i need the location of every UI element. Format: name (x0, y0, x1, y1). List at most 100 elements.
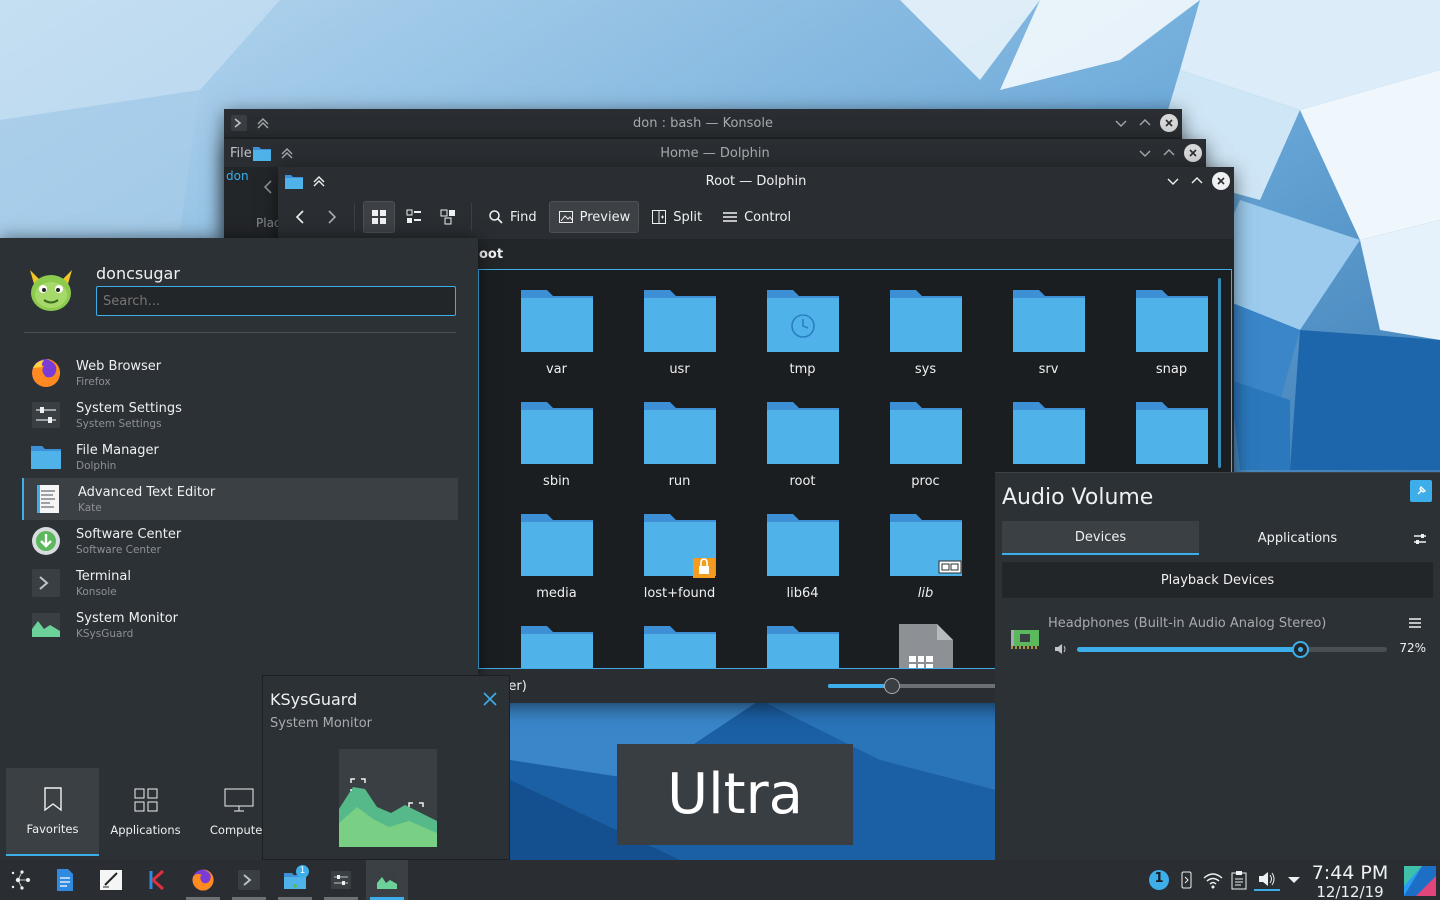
search-input[interactable] (96, 286, 456, 316)
maximize-button[interactable] (1136, 114, 1154, 132)
item-label: snap (1155, 362, 1188, 377)
favorite-system-monitor[interactable]: System Monitor KSysGuard (22, 604, 458, 646)
pin-button[interactable] (1410, 480, 1432, 502)
folder-item[interactable]: var (495, 286, 618, 398)
item-label: sys (914, 362, 937, 377)
compact-view-icon (406, 209, 421, 223)
folder-icon (643, 398, 717, 466)
configure-button[interactable] (1412, 531, 1428, 547)
keep-above-icon[interactable] (312, 174, 326, 188)
forward-button[interactable] (318, 201, 346, 233)
path-hint[interactable]: don (226, 169, 249, 183)
close-button[interactable] (1184, 144, 1202, 162)
favorite-name: System Monitor (76, 610, 179, 626)
folder-item[interactable] (618, 622, 741, 668)
file-item[interactable] (864, 622, 987, 668)
folder-item[interactable]: lib (864, 510, 987, 622)
folder-item[interactable]: usr (618, 286, 741, 398)
favorite-name: Web Browser (76, 358, 162, 374)
favorite-file-manager[interactable]: File Manager Dolphin (22, 436, 458, 478)
folder-icon (643, 622, 717, 668)
compact-view-button[interactable] (399, 201, 429, 233)
tab-applications[interactable]: Applications (1199, 521, 1396, 555)
favorite-system-settings[interactable]: System Settings System Settings (22, 394, 458, 436)
clipboard-icon[interactable] (1230, 870, 1248, 890)
preview-button[interactable]: Preview (548, 201, 640, 233)
keep-above-icon[interactable] (256, 116, 270, 130)
back-button[interactable] (286, 201, 314, 233)
search-icon (489, 210, 503, 224)
kdeconnect-icon[interactable] (1176, 870, 1196, 890)
folder-item[interactable]: proc (864, 398, 987, 510)
mute-button[interactable] (1053, 641, 1069, 657)
folder-item[interactable]: lost+found (618, 510, 741, 622)
minimize-button[interactable] (1112, 114, 1130, 132)
task-text-editor[interactable] (90, 860, 132, 900)
task-firefox[interactable] (182, 860, 224, 900)
digital-clock[interactable]: 7:44 PM 12/12/19 (1300, 862, 1400, 900)
split-button[interactable]: Split (643, 201, 710, 233)
folder-item[interactable] (495, 622, 618, 668)
folder-icon (1012, 398, 1086, 466)
window-thumbnail[interactable] (339, 749, 437, 847)
task-system-monitor[interactable] (366, 860, 408, 900)
task-document-viewer[interactable] (44, 860, 86, 900)
dolphin-home-titlebar[interactable]: File Home — Dolphin (224, 139, 1206, 167)
close-icon[interactable] (483, 692, 497, 706)
keep-above-icon[interactable] (280, 146, 294, 160)
task-kdevelop[interactable] (136, 860, 178, 900)
control-button[interactable]: Control (714, 201, 799, 233)
maximize-button[interactable] (1160, 144, 1178, 162)
favorite-app: KSysGuard (76, 627, 134, 640)
wifi-icon[interactable] (1202, 870, 1224, 890)
folder-item[interactable]: run (618, 398, 741, 510)
desktop-icon (1404, 866, 1436, 896)
minimize-button[interactable] (1164, 172, 1182, 190)
favorite-text-editor[interactable]: Advanced Text Editor Kate (22, 478, 458, 520)
show-desktop-button[interactable] (1404, 866, 1436, 896)
scrollbar[interactable] (1218, 278, 1221, 468)
volume-tray-icon[interactable] (1254, 869, 1280, 891)
folder-icon (284, 172, 304, 190)
back-icon[interactable] (262, 179, 274, 195)
minimize-button[interactable] (1136, 144, 1154, 162)
folder-item[interactable]: snap (1110, 286, 1231, 398)
avatar[interactable] (26, 264, 76, 314)
task-konsole[interactable] (228, 860, 270, 900)
konsole-titlebar[interactable]: don : bash — Konsole (224, 109, 1182, 137)
details-view-button[interactable] (433, 201, 463, 233)
close-button[interactable] (1160, 114, 1178, 132)
favorite-software-center[interactable]: Software Center Software Center (22, 520, 458, 562)
tab-devices[interactable]: Devices (1002, 521, 1199, 555)
folder-item[interactable]: tmp (741, 286, 864, 398)
tab-applications[interactable]: Applications (99, 768, 192, 856)
device-menu-button[interactable] (1408, 617, 1422, 629)
menu-hint[interactable]: File (230, 146, 252, 161)
close-button[interactable] (1212, 172, 1230, 190)
favorite-web-browser[interactable]: Web Browser Firefox (22, 352, 458, 394)
folder-item[interactable] (741, 622, 864, 668)
folder-item[interactable]: sys (864, 286, 987, 398)
folder-item[interactable]: lib64 (741, 510, 864, 622)
find-button[interactable]: Find (480, 201, 545, 233)
folder-item[interactable]: srv (987, 286, 1110, 398)
dolphin-root-titlebar[interactable]: Root — Dolphin (278, 167, 1234, 195)
window-title: Root — Dolphin (705, 173, 807, 189)
folder-item[interactable]: sbin (495, 398, 618, 510)
breadcrumb-segment[interactable]: oot (479, 247, 503, 262)
favorite-terminal[interactable]: Terminal Konsole (22, 562, 458, 604)
folder-item[interactable]: media (495, 510, 618, 622)
folder-item[interactable]: root (741, 398, 864, 510)
volume-slider[interactable] (1077, 641, 1387, 658)
icons-view-button[interactable] (363, 201, 395, 233)
tab-favorites[interactable]: Favorites (6, 768, 99, 856)
zoom-slider-handle[interactable] (884, 678, 900, 694)
maximize-button[interactable] (1188, 172, 1206, 190)
task-system-settings[interactable] (320, 860, 362, 900)
tooltip-title: KSysGuard (270, 690, 358, 709)
hamburger-menu-icon (723, 212, 738, 222)
notifications-icon[interactable]: 1 (1148, 869, 1170, 891)
application-launcher-button[interactable] (0, 860, 42, 900)
volume-slider-handle[interactable] (1292, 641, 1310, 658)
task-dolphin[interactable]: 1 (274, 860, 316, 900)
